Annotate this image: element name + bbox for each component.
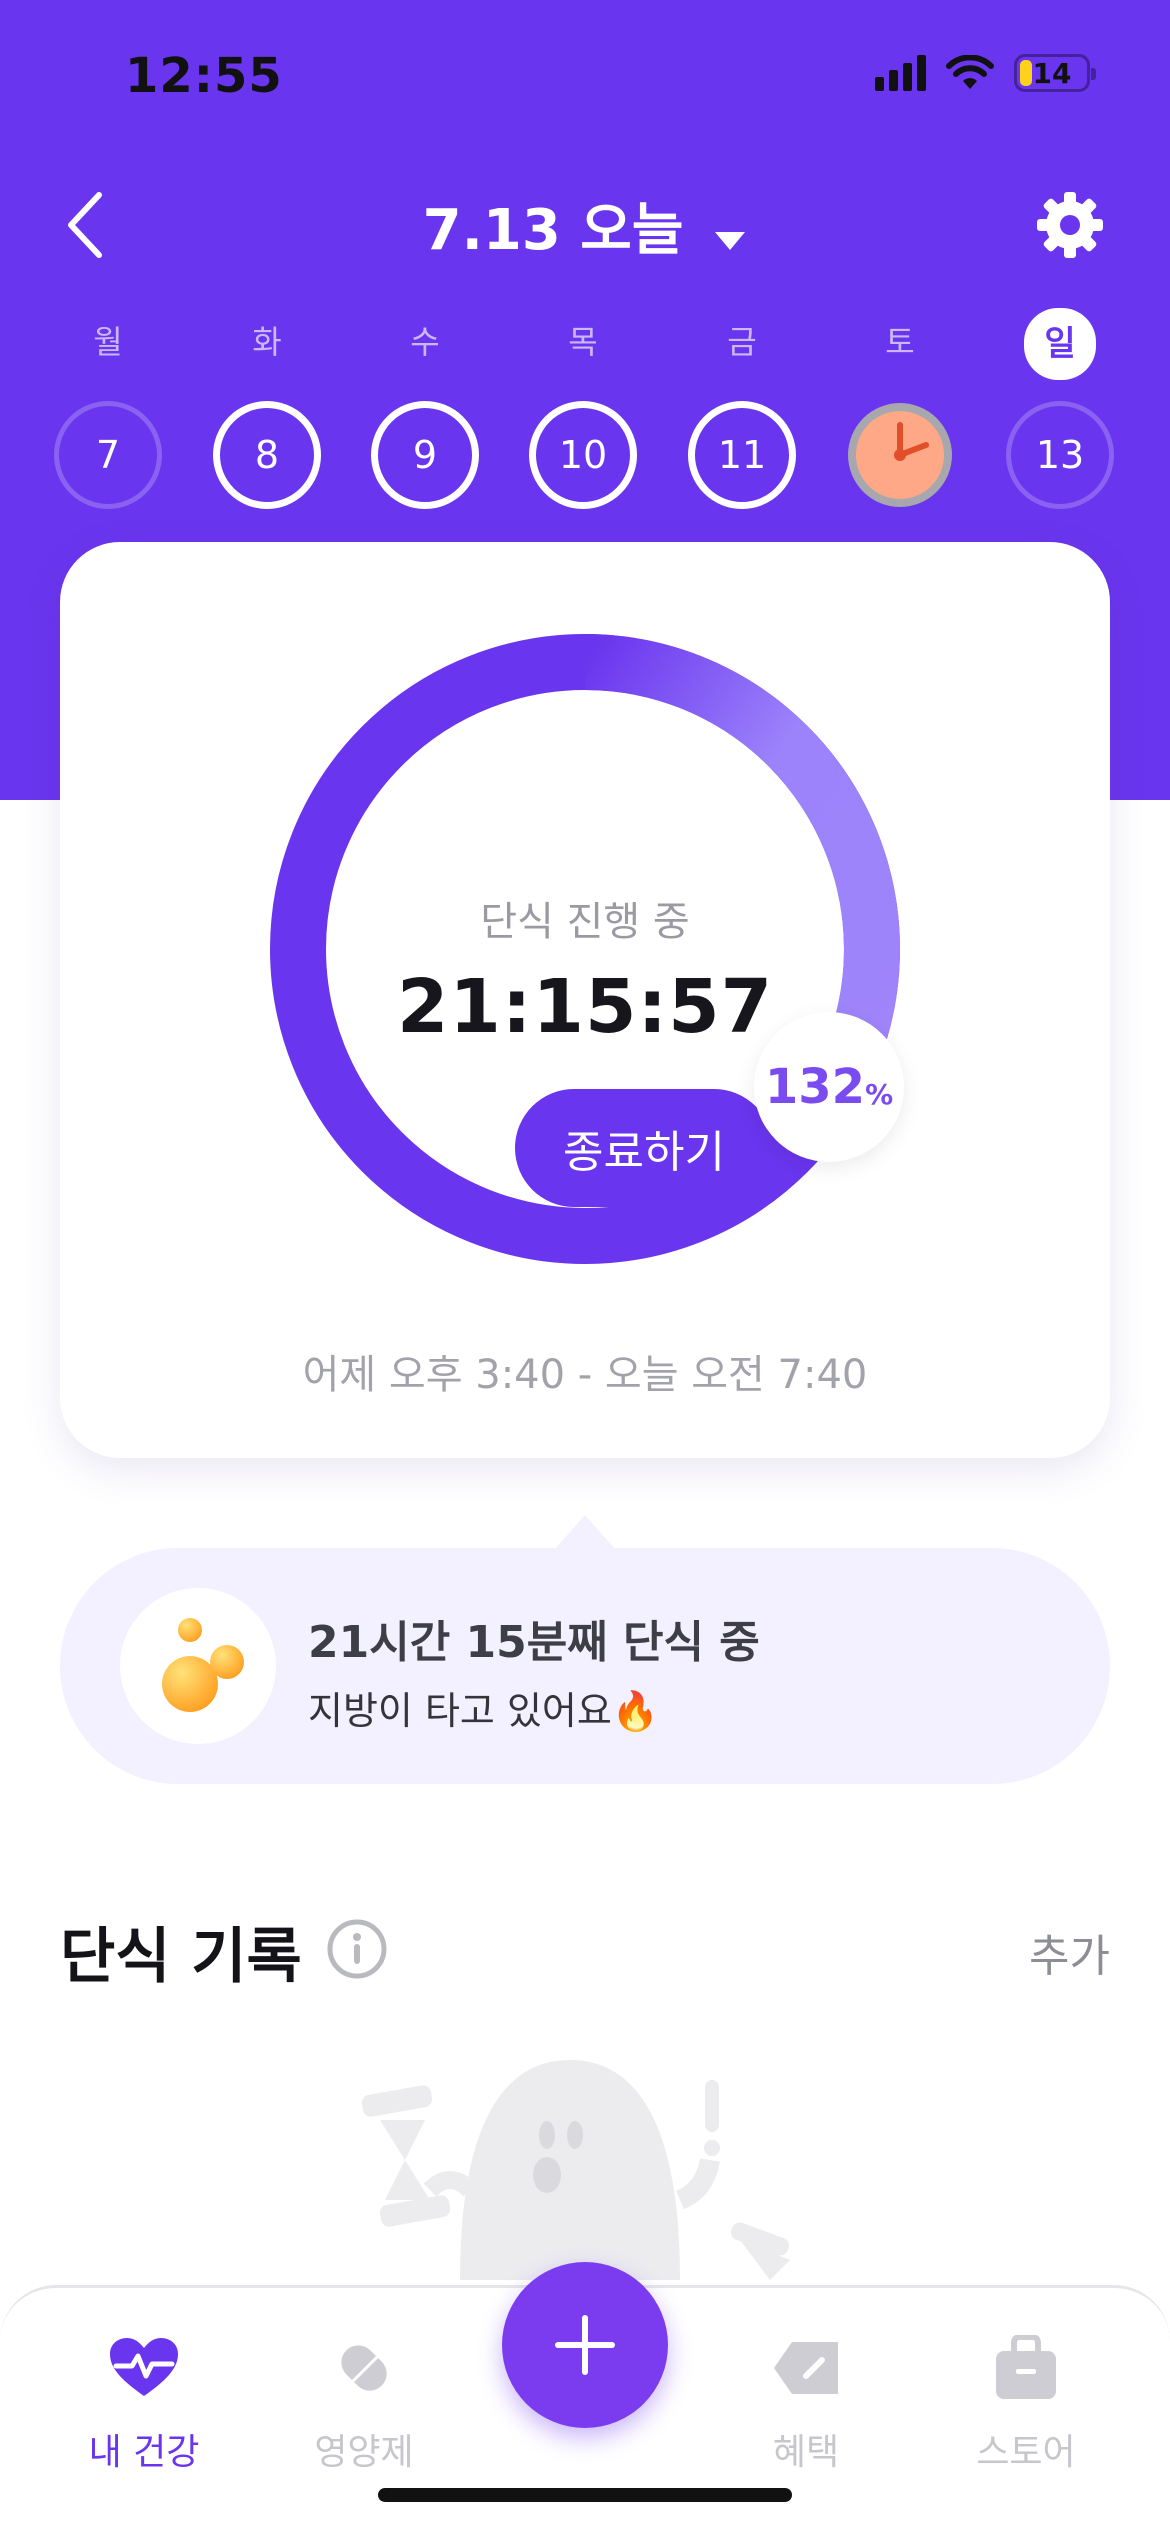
weekday-label-wed: 수	[410, 323, 440, 361]
day-button-12[interactable]	[846, 401, 954, 509]
fasting-status-label: 단식 진행 중	[480, 899, 690, 945]
weekday-label-fri: 금	[727, 323, 757, 361]
tab-benefits[interactable]: 혜택	[706, 2288, 906, 2488]
fasting-progress-ring: 단식 진행 중 21:15:57 종료하기	[270, 634, 900, 1264]
home-indicator	[378, 2488, 792, 2502]
weekday-label-sat: 토	[885, 323, 915, 361]
battery-level: 14	[1032, 56, 1072, 90]
pill-icon	[319, 2323, 409, 2413]
message-title: 21시간 15분째 단식 중	[308, 1617, 760, 1668]
info-icon[interactable]	[326, 1918, 388, 1980]
weekday-label-mon: 월	[93, 323, 123, 361]
day-button-7[interactable]: 7	[54, 401, 162, 509]
date-selector[interactable]: 7.13 오늘	[0, 185, 1170, 266]
bag-icon	[981, 2323, 1071, 2413]
progress-percent-value: 132	[764, 1059, 866, 1115]
fat-burning-icon	[120, 1588, 276, 1744]
day-button-11[interactable]: 11	[688, 401, 796, 509]
fasting-time-range: 어제 오후 3:40 - 오늘 오전 7:40	[302, 1352, 868, 1398]
tab-my-health[interactable]: 내 건강	[44, 2288, 244, 2488]
clock-icon	[848, 403, 952, 507]
tab-label: 내 건강	[88, 2432, 200, 2473]
tab-label: 영양제	[314, 2432, 414, 2473]
end-fasting-button[interactable]: 종료하기	[515, 1089, 773, 1207]
plus-icon	[555, 2315, 615, 2375]
tab-label: 스토어	[976, 2432, 1076, 2473]
heart-pulse-icon	[99, 2323, 189, 2413]
day-button-9[interactable]: 9	[371, 401, 479, 509]
day-button-10[interactable]: 10	[529, 401, 637, 509]
page-title: 7.13 오늘	[422, 198, 684, 263]
settings-button[interactable]	[1030, 185, 1110, 265]
progress-percent-unit: %	[865, 1077, 894, 1111]
caret-down-icon	[713, 201, 747, 266]
tab-store[interactable]: 스토어	[926, 2288, 1126, 2488]
tab-supplements[interactable]: 영양제	[264, 2288, 464, 2488]
tab-label: 혜택	[772, 2432, 840, 2473]
day-button-13[interactable]: 13	[1006, 401, 1114, 509]
weekday-label-sun: 일	[1024, 308, 1096, 380]
battery-icon: 14	[1014, 54, 1096, 92]
gear-icon	[1037, 192, 1103, 258]
wifi-icon	[946, 55, 994, 89]
fasting-message-bubble: 21시간 15분째 단식 중 지방이 타고 있어요🔥	[60, 1548, 1110, 1784]
message-subtitle: 지방이 타고 있어요🔥	[308, 1689, 660, 1733]
tag-icon	[761, 2323, 851, 2413]
weekday-label-tue: 화	[252, 323, 282, 361]
status-icons: 14	[875, 54, 1096, 92]
bubble-pointer	[555, 1515, 615, 1549]
progress-percent-badge: 132%	[754, 1012, 904, 1162]
status-time: 12:55	[125, 48, 283, 104]
section-title: 단식 기록	[60, 1922, 302, 1992]
add-button[interactable]	[502, 2262, 668, 2428]
fasting-card: 단식 진행 중 21:15:57 종료하기 132% 어제 오후 3:40 - …	[60, 542, 1110, 1458]
weekday-label-thu: 목	[568, 323, 598, 361]
day-button-8[interactable]: 8	[213, 401, 321, 509]
add-record-link[interactable]: 추가	[1029, 1920, 1110, 1984]
cellular-signal-icon	[875, 55, 926, 91]
